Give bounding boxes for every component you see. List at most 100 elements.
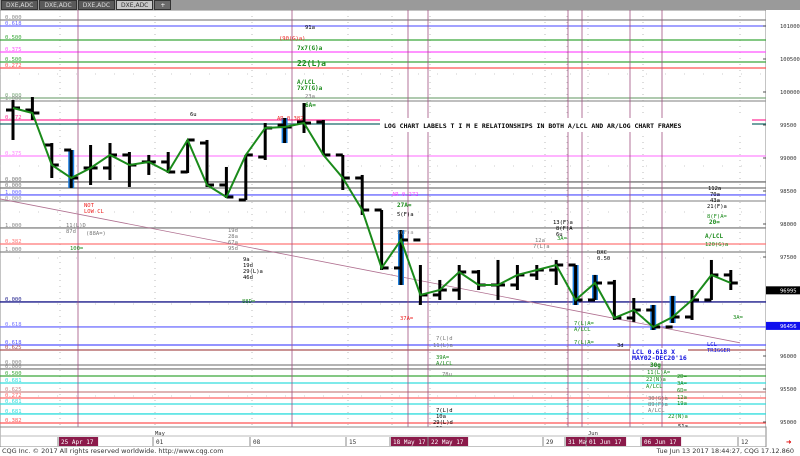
date-label: 01 Jun 17 bbox=[589, 439, 622, 446]
price-tick: 95500 bbox=[780, 387, 797, 393]
date-label: 06 Jun 17 bbox=[644, 439, 677, 446]
tab-2[interactable]: DXE,ADC bbox=[77, 0, 116, 10]
chart-annotation: 23a bbox=[305, 94, 315, 100]
level-label: 0.000 bbox=[5, 297, 22, 303]
chart-annotation: 87d bbox=[66, 229, 76, 235]
chart-annotation: 30g bbox=[650, 362, 661, 369]
chart-annotation: LOW CL bbox=[84, 209, 105, 215]
level-label: 0.000 bbox=[5, 183, 22, 189]
chart-annotation: 100= bbox=[70, 246, 84, 252]
date-label: 18 May 17 bbox=[393, 439, 426, 446]
date-label: 29 bbox=[546, 439, 554, 446]
price-tick: 100500 bbox=[780, 57, 800, 63]
tab-1[interactable]: DXE,ADC bbox=[39, 0, 77, 10]
chart-tabs: DXE,ADC DXE,ADC DXE,ADC DXE,ADC + bbox=[0, 0, 800, 10]
level-label: 0.382 bbox=[5, 239, 22, 245]
chart-annotation: 46d bbox=[243, 275, 253, 281]
chart-annotation: 5(F)a bbox=[397, 230, 414, 236]
level-label: 0.375 bbox=[5, 47, 22, 53]
chart-annotation: 2D= bbox=[677, 374, 688, 380]
price-tick: 95000 bbox=[780, 420, 797, 426]
chart-annotation: 95d bbox=[228, 246, 238, 252]
price-tick: 98000 bbox=[780, 222, 797, 228]
level-label: 0.375 bbox=[5, 151, 22, 157]
chart-annotation: 88D= bbox=[242, 299, 256, 305]
level-label: 0.382 bbox=[5, 418, 22, 424]
chart-annotation: A/LCL bbox=[648, 408, 665, 414]
date-label: 22 May 17 bbox=[431, 439, 464, 446]
chart-annotation: 7(L)d bbox=[436, 336, 453, 342]
marker-price-text: 96456 bbox=[780, 324, 797, 330]
level-label: 0.000 bbox=[5, 196, 22, 202]
chart-annotation: 3A= bbox=[733, 315, 744, 321]
price-chart[interactable]: 0.000 0.618 0.500 0.375 0.500 0.272 0.000 1.000… bbox=[0, 10, 800, 447]
chart-annotation: AR 0.272 bbox=[392, 192, 419, 198]
level-label: 0.618 bbox=[5, 21, 22, 27]
date-label: 01 bbox=[156, 439, 164, 446]
chart-annotation: 91a bbox=[305, 25, 315, 31]
price-axis bbox=[766, 10, 800, 447]
chart-annotation: 37A= bbox=[400, 316, 414, 322]
date-label: 12 bbox=[741, 439, 749, 446]
chart-annotation: 11(L)a bbox=[433, 343, 453, 349]
chart-annotation: 7x7(G)a bbox=[297, 85, 323, 92]
chart-annotation: AR 0.382 bbox=[277, 116, 304, 122]
price-tick: 99000 bbox=[780, 156, 797, 162]
level-label: 0.500 bbox=[5, 35, 22, 41]
price-tick: 101000 bbox=[780, 24, 800, 30]
chart-annotation: A/LCL bbox=[436, 361, 453, 367]
copyright-text: CQG Inc. © 2017 All rights reserved worl… bbox=[2, 447, 224, 455]
date-label: 15 bbox=[349, 439, 357, 446]
month-label: Jun bbox=[588, 431, 598, 437]
level-label: 0.618 bbox=[5, 322, 22, 328]
chart-annotation: A/LCL bbox=[574, 327, 591, 333]
chart-annotation: 3A= bbox=[557, 236, 568, 242]
level-label: 0.000 bbox=[5, 364, 22, 370]
chart-annotation: 0.50 bbox=[597, 256, 610, 262]
chart-annotation: 78u bbox=[442, 372, 452, 378]
chart-annotation: 22(L)a bbox=[297, 59, 326, 68]
chart-annotation: 3A= bbox=[677, 381, 688, 387]
level-label: 0.625 bbox=[5, 345, 22, 351]
chart-annotation: 6u bbox=[190, 112, 197, 118]
date-label: 25 Apr 17 bbox=[61, 439, 94, 446]
chart-annotation: 7(L)a bbox=[533, 244, 550, 250]
price-tick: 97500 bbox=[780, 255, 797, 261]
chart-annotation: 11(L)A= bbox=[647, 370, 671, 376]
chart-annotation: 3d bbox=[617, 343, 624, 349]
chart-annotation: 22(N)a bbox=[646, 377, 666, 383]
level-label: 0.681 bbox=[5, 399, 22, 405]
price-tick: 98500 bbox=[780, 189, 797, 195]
chart-annotation: 6D= bbox=[677, 388, 688, 394]
chart-annotation: 5(F)a bbox=[397, 212, 414, 218]
date-label: 08 bbox=[253, 439, 261, 446]
chart-annotation: 27A= bbox=[397, 202, 412, 209]
level-label: 0.272 bbox=[5, 63, 22, 69]
level-label: 1.000 bbox=[5, 223, 22, 229]
tab-0[interactable]: DXE,ADC bbox=[1, 0, 39, 10]
level-label: 1.000 bbox=[5, 247, 22, 253]
price-tick: 99500 bbox=[780, 123, 797, 129]
chart-annotation: 21(F)a bbox=[707, 204, 727, 210]
chart-annotation: 22(N)a bbox=[668, 414, 688, 420]
tab-3[interactable]: DXE,ADC bbox=[116, 0, 154, 10]
chart-annotation: 19a bbox=[677, 401, 687, 407]
chart-annotation: 120(G)a bbox=[705, 242, 728, 248]
chart-annotation: 7x7(G)a bbox=[297, 45, 323, 52]
last-price-text: 96995 bbox=[780, 288, 797, 294]
chart-annotation: 6A= bbox=[305, 102, 316, 109]
add-tab-button[interactable]: + bbox=[154, 0, 172, 10]
chart-annotation: 20= bbox=[709, 219, 720, 226]
scroll-right-arrow-icon[interactable]: ➜ bbox=[786, 438, 792, 447]
month-label: May bbox=[155, 431, 166, 437]
chart-annotation: TRIGGER bbox=[707, 348, 731, 354]
chart-annotation: A/LCL bbox=[646, 384, 663, 390]
chart-annotation: (88A=) bbox=[86, 231, 106, 237]
chart-annotation: A/LCL bbox=[705, 233, 723, 240]
price-tick: 100000 bbox=[780, 90, 800, 96]
level-label: 0.500 bbox=[5, 371, 22, 377]
level-label: 0.681 bbox=[5, 378, 22, 384]
chart-annotation: 7(L)A= bbox=[574, 340, 595, 346]
chart-annotation: (90(G)a) bbox=[279, 36, 306, 42]
price-tick: 96000 bbox=[780, 354, 797, 360]
